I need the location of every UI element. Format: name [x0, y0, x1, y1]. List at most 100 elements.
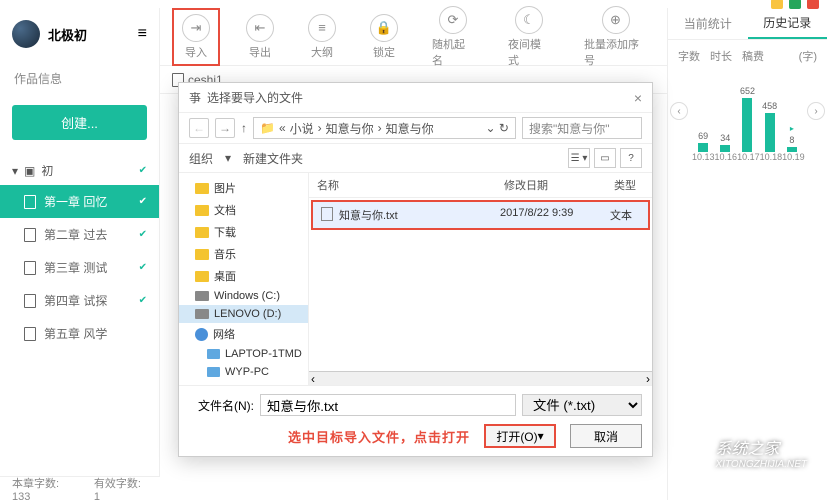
path-seg[interactable]: 知意与你	[386, 120, 434, 137]
chapter-item-3[interactable]: 第三章 测试 ✔	[0, 251, 159, 284]
tree-item-label: 桌面	[214, 268, 236, 284]
path-seg[interactable]: 知意与你	[326, 120, 374, 137]
tree-item[interactable]: 文档	[179, 199, 308, 221]
valid-word-count: 有效字数: 1	[94, 475, 148, 503]
bar-category: 10.18	[760, 152, 783, 162]
toolbar-label: 导入	[185, 44, 207, 60]
tree-item-label: 网络	[213, 326, 235, 342]
create-button[interactable]: 创建...	[12, 105, 147, 140]
toolbar-batch-number[interactable]: ⊕ 批量添加序号	[576, 2, 655, 72]
nav-up-button[interactable]: ↑	[241, 121, 247, 135]
instruction-text: 选中目标导入文件，点击打开	[288, 427, 470, 446]
folder-icon	[195, 227, 209, 238]
folder-icon	[195, 249, 209, 260]
folder-icon	[195, 205, 209, 216]
chapter-item-2[interactable]: 第二章 过去 ✔	[0, 218, 159, 251]
document-icon	[24, 261, 36, 275]
col-words[interactable]: 字数	[678, 48, 700, 64]
folder-icon	[195, 271, 209, 282]
toolbar-label: 批量添加序号	[584, 36, 647, 68]
chart-bar[interactable]	[698, 143, 708, 152]
preview-button[interactable]: ▭	[594, 148, 616, 168]
horizontal-scrollbar[interactable]: ‹›	[309, 371, 652, 385]
bar-category: 10.13	[692, 152, 715, 162]
tree-item-label: LENOVO (D:)	[214, 308, 281, 320]
tree-root[interactable]: ▾ ▣ 初 ✔	[0, 156, 159, 185]
cancel-button[interactable]: 取消	[570, 424, 642, 448]
organize-menu[interactable]: 组织	[189, 150, 213, 167]
toolbar-export[interactable]: ⇤ 导出	[238, 10, 282, 64]
tab-history[interactable]: 历史记录	[748, 8, 827, 39]
file-row[interactable]: 知意与你.txt 2017/8/22 9:39 文本	[311, 200, 650, 230]
document-icon	[24, 294, 36, 308]
filename-input[interactable]	[260, 394, 516, 416]
col-header-name[interactable]: 名称	[317, 177, 504, 193]
tree-item-label: Windows (C:)	[214, 290, 280, 302]
chapter-label: 第二章 过去	[44, 226, 107, 243]
col-header-date[interactable]: 修改日期	[504, 177, 614, 193]
help-button[interactable]: ?	[620, 148, 642, 168]
hamburger-icon[interactable]: ≡	[138, 25, 147, 43]
folder-icon: 📁	[260, 121, 275, 135]
chevron-down-icon: ▾	[12, 164, 18, 178]
tree-item[interactable]: Windows (C:)	[179, 287, 308, 305]
path-seg[interactable]: 小说	[290, 120, 314, 137]
bar-value: 458	[762, 101, 777, 111]
chapter-item-1[interactable]: 第一章 回忆 ✔	[0, 185, 159, 218]
file-type: 文本	[610, 207, 640, 223]
watermark-text: 系统之家	[716, 435, 808, 459]
tree-item[interactable]: 桌面	[179, 265, 308, 287]
chapter-label: 第四章 试探	[44, 292, 107, 309]
open-button[interactable]: 打开(O) ▾	[484, 424, 556, 448]
history-chart: ‹ › 6934652458▸8 10.1310.1610.1710.1810.…	[668, 72, 827, 172]
col-fee[interactable]: 稿费	[742, 48, 764, 64]
nav-back-button[interactable]: ←	[189, 118, 209, 138]
toolbar-random-name[interactable]: ⟳ 随机起名	[424, 2, 482, 72]
toolbar-lock[interactable]: 🔒 锁定	[362, 10, 406, 64]
text-file-icon	[321, 207, 333, 221]
col-time[interactable]: 时长	[710, 48, 732, 64]
tree-item[interactable]: LENOVO (D:)	[179, 305, 308, 323]
chart-bar[interactable]	[742, 98, 752, 152]
works-info-label[interactable]: 作品信息	[0, 60, 159, 97]
nav-forward-button[interactable]: →	[215, 118, 235, 138]
stats-panel: 当前统计 历史记录 字数 时长 稿费 (字) ‹ › 6934652458▸8 …	[667, 8, 827, 500]
dialog-close-button[interactable]: ×	[634, 90, 642, 106]
toolbar-outline[interactable]: ≡ 大纲	[300, 10, 344, 64]
chart-bar[interactable]	[720, 145, 730, 152]
tab-current-stats[interactable]: 当前统计	[668, 8, 748, 39]
search-input[interactable]: 搜索"知意与你"	[522, 117, 642, 139]
file-name: 知意与你.txt	[339, 207, 500, 223]
filetype-select[interactable]: 文件 (*.txt)	[522, 394, 642, 416]
chapter-item-4[interactable]: 第四章 试探 ✔	[0, 284, 159, 317]
chart-prev-button[interactable]: ‹	[670, 102, 688, 120]
lock-icon: 🔒	[370, 14, 398, 42]
toolbar-label: 锁定	[373, 44, 395, 60]
toolbar-import[interactable]: ⇥ 导入	[172, 8, 220, 66]
tree-item[interactable]: LAPTOP-1TMD	[179, 345, 308, 363]
document-icon	[24, 327, 36, 341]
net-icon	[195, 328, 208, 341]
tree-item-label: 文档	[214, 202, 236, 218]
col-header-type[interactable]: 类型	[614, 177, 644, 193]
check-icon: ✔	[139, 165, 147, 176]
folder-tree: 图片文档下载音乐桌面 Windows (C:) LENOVO (D:) 网络 LAPTO…	[179, 173, 309, 385]
new-folder-button[interactable]: 新建文件夹	[243, 150, 303, 167]
chapter-item-5[interactable]: 第五章 风学	[0, 317, 159, 350]
tree-item[interactable]: WYP-PC	[179, 363, 308, 381]
tree-item[interactable]: 音乐	[179, 243, 308, 265]
watermark-url: XITONGZHIJIA.NET	[716, 459, 808, 470]
avatar[interactable]	[12, 20, 40, 48]
toolbar-night-mode[interactable]: ☾ 夜间模式	[500, 2, 558, 72]
tree-item[interactable]: 图片	[179, 177, 308, 199]
chart-next-button[interactable]: ›	[807, 102, 825, 120]
chart-bar[interactable]	[765, 113, 775, 152]
toolbar-label: 大纲	[311, 44, 333, 60]
view-button[interactable]: ☰ ▾	[568, 148, 590, 168]
root-label: 初	[41, 162, 53, 179]
toolbar-label: 夜间模式	[508, 36, 550, 68]
breadcrumb[interactable]: 📁 « 小说› 知意与你› 知意与你 ⌄ ↻	[253, 117, 516, 139]
tree-item-label: 下载	[214, 224, 236, 240]
tree-item[interactable]: 网络	[179, 323, 308, 345]
tree-item[interactable]: 下载	[179, 221, 308, 243]
